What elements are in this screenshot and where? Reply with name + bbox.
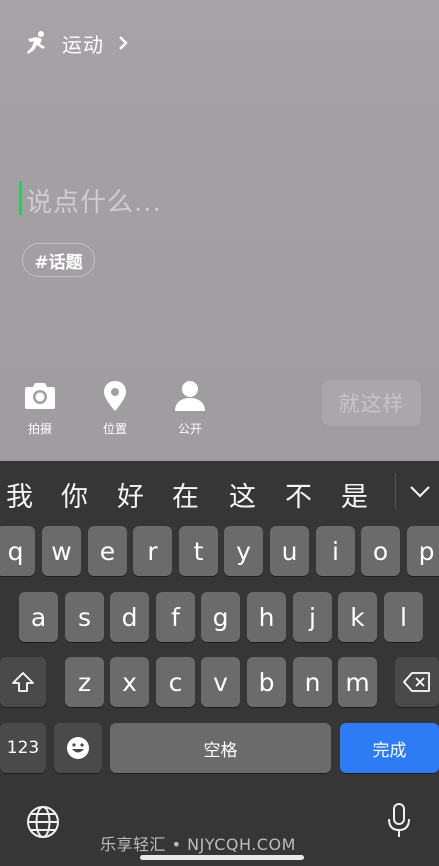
candidate-item[interactable]: 这 — [229, 475, 256, 514]
sport-selector[interactable]: 运动 — [24, 28, 130, 58]
chevron-down-icon[interactable] — [407, 479, 433, 503]
location-label: 位置 — [102, 422, 127, 436]
done-key[interactable]: 完成 — [340, 723, 439, 773]
key-u[interactable]: u — [270, 526, 309, 576]
key-x[interactable]: x — [110, 657, 149, 707]
key-c[interactable]: c — [156, 657, 195, 707]
key-k[interactable]: k — [338, 592, 377, 642]
key-p[interactable]: p — [407, 526, 439, 576]
emoji-icon — [67, 737, 89, 759]
globe-icon[interactable] — [26, 805, 60, 839]
key-g[interactable]: g — [201, 592, 240, 642]
key-i[interactable]: i — [316, 526, 355, 576]
location-button[interactable]: 位置 — [87, 380, 143, 437]
emoji-key[interactable] — [54, 723, 102, 773]
keyboard: 我 你 好 在 这 不 是 q w e r t y u i o p a s d … — [0, 461, 439, 866]
key-v[interactable]: v — [201, 657, 240, 707]
key-o[interactable]: o — [361, 526, 400, 576]
running-person-icon — [27, 31, 45, 54]
sport-label: 运动 — [62, 32, 104, 57]
key-l[interactable]: l — [384, 592, 423, 642]
key-w[interactable]: w — [42, 526, 81, 576]
candidate-bar: 我 你 好 在 这 不 是 — [0, 461, 439, 521]
visibility-button[interactable]: 公开 — [162, 380, 218, 437]
key-t[interactable]: t — [179, 526, 218, 576]
watermark-text: 乐享轻汇 • NJYCQH.COM — [100, 835, 296, 854]
space-key[interactable]: 空格 — [110, 723, 331, 773]
candidate-item[interactable]: 在 — [172, 475, 199, 514]
chevron-right-icon — [119, 36, 128, 50]
camera-button[interactable]: 拍摄 — [12, 380, 68, 437]
key-r[interactable]: r — [133, 526, 172, 576]
submit-button[interactable]: 就这样 — [322, 380, 421, 426]
key-q[interactable]: q — [0, 526, 35, 576]
backspace-key[interactable] — [395, 657, 439, 707]
key-a[interactable]: a — [19, 592, 58, 642]
key-z[interactable]: z — [65, 657, 104, 707]
candidate-item[interactable]: 我 — [6, 475, 33, 514]
microphone-icon[interactable] — [386, 802, 412, 840]
key-h[interactable]: h — [247, 592, 286, 642]
key-s[interactable]: s — [65, 592, 104, 642]
location-pin-icon — [104, 381, 126, 411]
key-e[interactable]: e — [88, 526, 127, 576]
key-f[interactable]: f — [156, 592, 195, 642]
visibility-label: 公开 — [177, 422, 202, 436]
candidate-item[interactable]: 不 — [285, 475, 312, 514]
candidate-item[interactable]: 是 — [341, 475, 368, 514]
post-text-input[interactable]: 说点什么... — [26, 182, 162, 219]
backspace-icon — [403, 672, 430, 692]
key-y[interactable]: y — [224, 526, 263, 576]
key-d[interactable]: d — [110, 592, 149, 642]
candidate-item[interactable]: 好 — [117, 475, 144, 514]
person-icon — [175, 381, 205, 411]
compose-area: 运动 说点什么... #话题 拍摄 位置 公开 就这样 — [0, 0, 439, 461]
candidate-item[interactable]: 你 — [61, 475, 88, 514]
shift-key[interactable] — [0, 657, 46, 707]
key-b[interactable]: b — [247, 657, 286, 707]
key-m[interactable]: m — [338, 657, 377, 707]
candidate-divider — [395, 473, 396, 509]
key-n[interactable]: n — [293, 657, 332, 707]
topic-button[interactable]: #话题 — [22, 243, 95, 277]
key-j[interactable]: j — [293, 592, 332, 642]
home-indicator[interactable] — [140, 855, 304, 860]
shift-icon — [12, 672, 34, 692]
text-cursor — [19, 181, 22, 215]
camera-icon — [25, 383, 55, 409]
camera-label: 拍摄 — [27, 422, 52, 436]
numbers-key[interactable]: 123 — [0, 723, 46, 773]
